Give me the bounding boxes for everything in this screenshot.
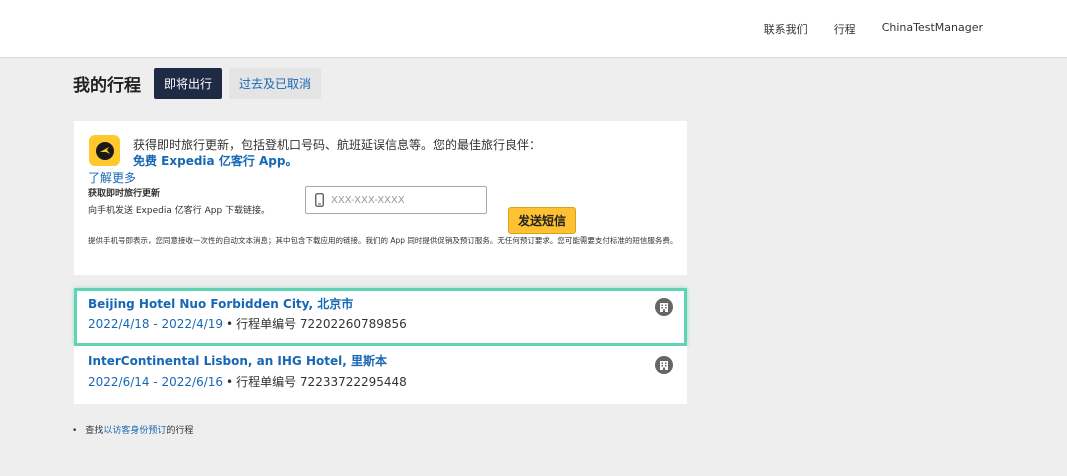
trip-dates: 2022/6/14 - 2022/6/16 <box>88 375 224 389</box>
trip-name[interactable]: InterContinental Lisbon, an IHG Hotel, 里… <box>88 352 387 369</box>
hotel-icon <box>655 356 673 374</box>
itinerary-number: 行程单编号 72233722295448 <box>236 375 407 389</box>
phone-input-box[interactable] <box>305 186 487 214</box>
title-row: 我的行程 即将出行 过去及已取消 <box>73 68 322 99</box>
hotel-icon <box>655 298 673 316</box>
separator-dot: • <box>226 317 234 331</box>
trip-details: 2022/6/14 - 2022/6/16 • 行程单编号 722337222954… <box>88 373 407 390</box>
trip-name[interactable]: Beijing Hotel Nuo Forbidden City, 北京市 <box>88 295 353 312</box>
learn-more-link[interactable]: 了解更多 <box>88 169 136 186</box>
bullet: • <box>72 426 78 436</box>
send-sms-button[interactable]: 发送短信 <box>508 207 576 234</box>
header-nav: 联系我们 行程 ChinaTestManager <box>764 21 983 37</box>
tab-past-cancelled[interactable]: 过去及已取消 <box>229 68 322 99</box>
trip-dates: 2022/4/18 - 2022/4/19 <box>88 317 224 331</box>
sms-disclaimer: 提供手机号即表示，您同意接收一次性的自动文本消息；其中包含下载应用的链接。我们的… <box>88 236 678 245</box>
expedia-app-icon <box>89 135 120 166</box>
guest-booking-lookup: • 查找以访客身份预订的行程 <box>72 423 193 436</box>
footer-prefix: 查找 <box>85 426 104 436</box>
footer-suffix: 的行程 <box>166 426 194 436</box>
itinerary-number: 行程单编号 72202260789856 <box>236 317 407 331</box>
top-header: 联系我们 行程 ChinaTestManager <box>0 0 1067 58</box>
guest-booking-link[interactable]: 以访客身份预订 <box>103 426 166 436</box>
nav-trips[interactable]: 行程 <box>834 21 856 37</box>
trip-details: 2022/4/18 - 2022/4/19 • 行程单编号 722022607898… <box>88 315 407 332</box>
nav-account[interactable]: ChinaTestManager <box>882 21 983 37</box>
phone-number-input[interactable] <box>331 194 481 206</box>
page-title: 我的行程 <box>73 76 141 96</box>
sms-label: 获取即时旅行更新 <box>88 189 161 199</box>
nav-contact-us[interactable]: 联系我们 <box>764 21 808 37</box>
trip-card-lisbon[interactable]: InterContinental Lisbon, an IHG Hotel, 里… <box>74 346 687 404</box>
sms-description: 向手机发送 Expedia 亿客行 App 下载链接。 <box>88 206 271 216</box>
phone-icon <box>311 193 327 207</box>
promo-text: 获得即时旅行更新，包括登机口号码、航班延误信息等。您的最佳旅行良伴： <box>133 138 542 152</box>
app-download-link[interactable]: 免费 Expedia 亿客行 App。 <box>133 152 297 169</box>
tab-upcoming[interactable]: 即将出行 <box>154 68 223 99</box>
trip-card-beijing[interactable]: Beijing Hotel Nuo Forbidden City, 北京市 20… <box>74 288 687 346</box>
separator-dot: • <box>226 375 234 389</box>
app-promo-card: 获得即时旅行更新，包括登机口号码、航班延误信息等。您的最佳旅行良伴： 免费 Ex… <box>74 121 687 275</box>
